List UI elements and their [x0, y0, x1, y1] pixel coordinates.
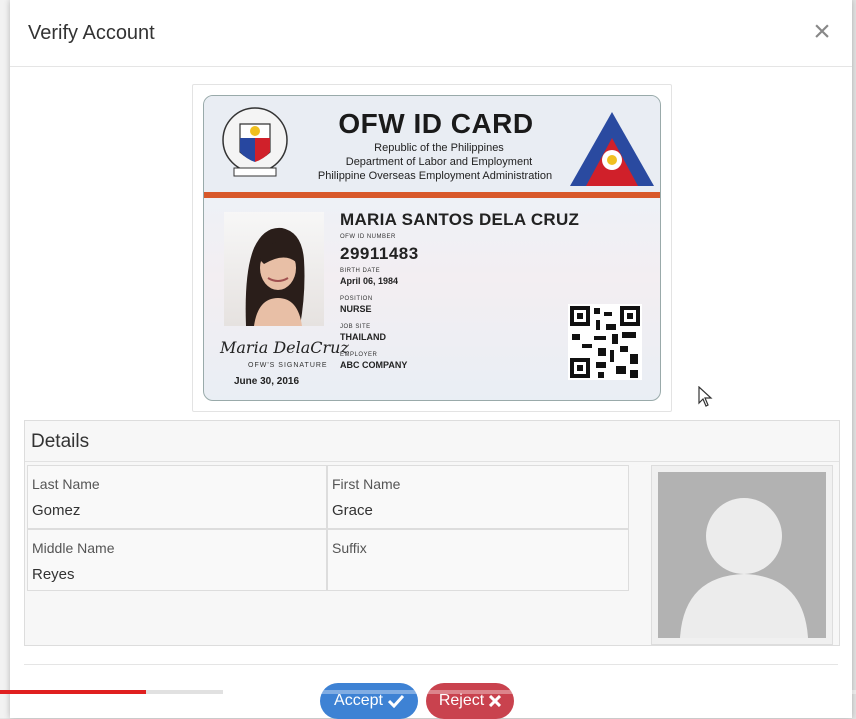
id-card-field-label: JOB SITE	[340, 324, 371, 330]
close-icon: ×	[813, 15, 831, 48]
reject-button-label: Reject	[438, 692, 485, 709]
field-last-name: Last Name Gomez	[27, 465, 327, 529]
user-placeholder-icon	[680, 498, 808, 638]
id-card-name: MARIA SANTOS DELA CRUZ	[340, 210, 580, 229]
person-photo-icon	[245, 227, 305, 326]
philippine-seal-icon	[222, 107, 288, 177]
modal-title: Verify Account	[28, 22, 155, 44]
id-card-field-label: EMPLOYER	[340, 352, 378, 358]
id-card-number: 29911483	[340, 244, 419, 263]
field-suffix: Suffix	[327, 529, 629, 591]
reject-button[interactable]: Reject	[426, 683, 514, 719]
field-first-name: First Name Grace	[327, 465, 629, 529]
profile-photo-frame	[651, 465, 833, 645]
check-icon	[387, 694, 404, 708]
id-card-jobsite: THAILAND	[340, 332, 386, 342]
field-value: Gomez	[32, 502, 81, 519]
id-card-field-label: OFW ID NUMBER	[340, 234, 396, 240]
id-card-subtitle: Department of Labor and Employment	[345, 156, 533, 168]
video-progress-played	[0, 690, 146, 694]
id-card-title: OFW ID CARD	[338, 108, 534, 139]
field-middle-name: Middle Name Reyes	[27, 529, 327, 591]
field-label: Suffix	[332, 540, 367, 556]
id-card-expiry: June 30, 2016	[234, 376, 300, 387]
id-card-photo	[224, 212, 324, 326]
field-value: Reyes	[32, 566, 75, 583]
id-card-signature-label: OFW'S SIGNATURE	[248, 362, 328, 369]
id-card-signature: Maria DelaCruz	[220, 338, 349, 357]
poea-logo-icon	[570, 112, 654, 186]
id-card-position: NURSE	[340, 304, 372, 314]
id-card-subtitle: Republic of the Philippines	[374, 142, 504, 154]
qr-code-icon	[568, 304, 642, 380]
id-card-birth-date: April 06, 1984	[340, 276, 399, 286]
modal-header: Verify Account ×	[10, 0, 852, 67]
close-button[interactable]: ×	[804, 14, 840, 50]
verify-account-modal: Verify Account × OFW ID CARD Republic of…	[10, 0, 852, 718]
id-card-image: OFW ID CARD Republic of the Philippines …	[203, 95, 661, 401]
id-card-field-label: BIRTH DATE	[340, 268, 381, 274]
details-panel: Details Last Name Gomez First Name Grace…	[24, 420, 840, 646]
field-value: Grace	[332, 502, 373, 519]
details-heading: Details	[31, 431, 90, 452]
field-label: Last Name	[32, 476, 100, 492]
id-card-field-label: POSITION	[340, 296, 373, 302]
accept-button[interactable]: Accept	[320, 683, 418, 719]
x-icon	[489, 695, 502, 707]
id-card-employer: ABC COMPANY	[340, 360, 408, 370]
field-label: First Name	[332, 476, 401, 492]
field-label: Middle Name	[32, 540, 115, 556]
avatar	[658, 472, 826, 638]
id-card-subtitle: Philippine Overseas Employment Administr…	[317, 170, 553, 182]
mouse-cursor-icon	[698, 386, 713, 407]
id-card-image-frame: OFW ID CARD Republic of the Philippines …	[192, 84, 672, 412]
accept-button-label: Accept	[334, 692, 383, 709]
